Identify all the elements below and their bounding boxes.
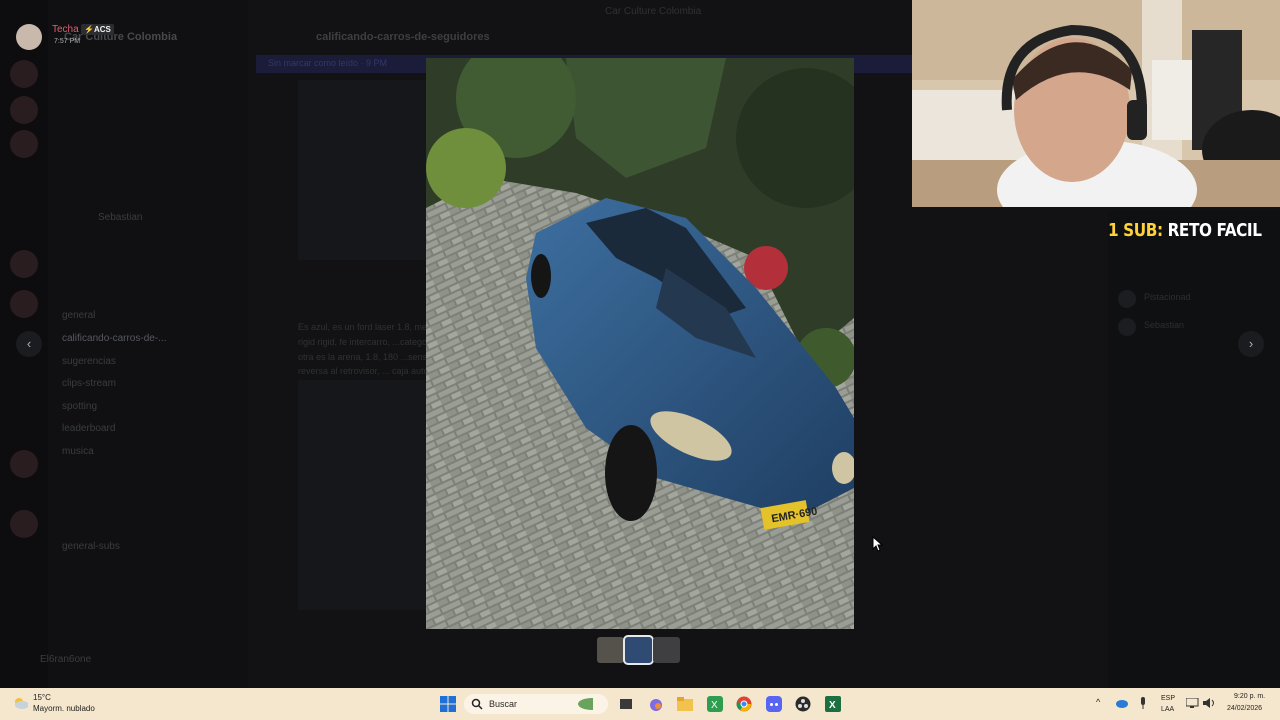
taskbar [0,688,1280,720]
car-photo-drawing: EMR·690 [426,58,854,629]
thumbnail[interactable] [653,637,680,663]
language-bottom[interactable]: LAA [1161,706,1174,713]
server-icon[interactable] [10,96,38,124]
channel-header-title: calificando-carros-de-seguidores [316,31,490,43]
channel-sidebar [48,0,248,688]
username: Techa [52,24,79,35]
file-explorer-icon[interactable] [677,697,693,713]
server-icon[interactable] [10,450,38,478]
search-label: Buscar [489,699,518,709]
clock-date[interactable]: 24/02/2026 [1227,705,1262,712]
tray-overflow-icon[interactable]: ^ [1096,697,1100,707]
avatar[interactable] [16,24,42,50]
language-top[interactable]: ESP [1161,695,1175,702]
server-icon[interactable] [10,290,38,318]
weather-temp[interactable]: 15°C [33,693,51,702]
message-image[interactable] [298,80,426,260]
chrome-icon[interactable] [736,696,752,712]
member-name[interactable]: Pistacionad [1144,292,1191,302]
channel-musica[interactable]: musica [62,446,94,457]
search-icon [471,698,483,710]
next-image-button[interactable]: › [1238,331,1264,357]
status-badge: ⚡ACS [81,24,114,35]
new-messages-text: Sin marcar como leído · 9 PM [268,58,388,68]
xbox-icon[interactable]: X [707,696,723,712]
mouse-cursor-icon [872,536,884,552]
member-list [1108,210,1280,688]
weather-icon[interactable] [12,695,28,711]
message-image[interactable] [298,380,426,610]
timestamp: 7:57 PM [54,38,81,45]
member-avatar[interactable] [1118,290,1136,308]
onedrive-icon[interactable] [1116,698,1132,714]
thumbnail-active[interactable] [623,635,654,665]
webcam-drawing [912,0,1280,207]
server-icon[interactable] [10,60,38,88]
obs-icon[interactable] [795,696,811,712]
window-title: Car Culture Colombia [605,6,702,17]
svg-text:X: X [711,700,718,711]
network-icon[interactable] [1186,698,1202,714]
channel-sugerencias[interactable]: sugerencias [62,356,116,367]
discord-icon[interactable] [766,696,782,712]
channel-general-subs[interactable]: general-subs [62,541,120,552]
sub-count: 1 SUB: [1108,220,1163,241]
channel-general[interactable]: general [62,310,95,321]
sub-goal-overlay: 1 SUB: RETO FACIL [1108,220,1262,241]
excel-icon[interactable]: X [825,696,841,712]
copilot-icon[interactable] [648,697,664,713]
webcam-feed [912,0,1280,207]
channel-clips-stream[interactable]: clips-stream [62,378,116,389]
search-highlight-icon [578,698,593,710]
current-user-name[interactable]: El6ran6one [40,654,91,665]
channel-spotting[interactable]: spotting [62,401,97,412]
member-name[interactable]: Sebastian [1144,320,1184,330]
sidebar-user[interactable]: Sebastian [98,212,142,223]
task-view-icon[interactable] [619,697,635,713]
previous-image-button[interactable]: ‹ [16,331,42,357]
start-menu-icon[interactable] [440,696,456,712]
member-avatar[interactable] [1118,318,1136,336]
server-icon[interactable] [10,250,38,278]
microphone-icon[interactable] [1139,697,1155,713]
clock-time[interactable]: 9:20 p. m. [1234,693,1265,700]
thumbnail[interactable] [597,637,624,663]
server-icon[interactable] [10,130,38,158]
weather-description[interactable]: Mayorm. nublado [33,704,95,713]
svg-text:X: X [829,700,836,711]
channel-leaderboard[interactable]: leaderboard [62,423,115,434]
volume-icon[interactable] [1203,698,1219,714]
car-photo[interactable]: EMR·690 [426,58,854,629]
sub-goal-label: RETO FACIL [1167,220,1262,241]
server-icon[interactable] [10,510,38,538]
channel-calificando[interactable]: calificando-carros-de-... [62,333,166,344]
